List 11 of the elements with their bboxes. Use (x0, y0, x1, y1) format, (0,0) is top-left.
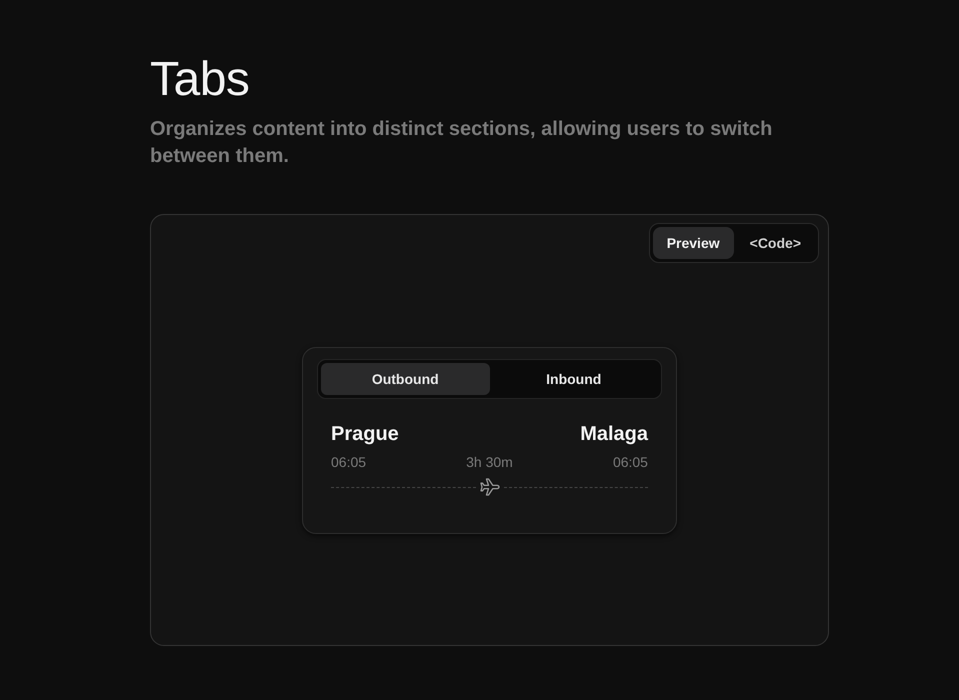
page-title: Tabs (150, 52, 250, 108)
origin-city: Prague (331, 423, 399, 446)
tab[interactable]: Outbound (321, 363, 490, 395)
flight-duration: 3h 30m (466, 454, 513, 470)
tab[interactable]: Inbound (490, 363, 658, 395)
destination-city: Malaga (580, 423, 648, 446)
arrival-time: 06:05 (612, 454, 648, 470)
departure-time: 06:05 (331, 454, 366, 470)
page-description: Organizes content into distinct sections, allowing users to switch between them. (150, 117, 774, 169)
view-tab[interactable]: Preview (652, 227, 734, 259)
view-tab[interactable]: <Code> (736, 227, 815, 259)
